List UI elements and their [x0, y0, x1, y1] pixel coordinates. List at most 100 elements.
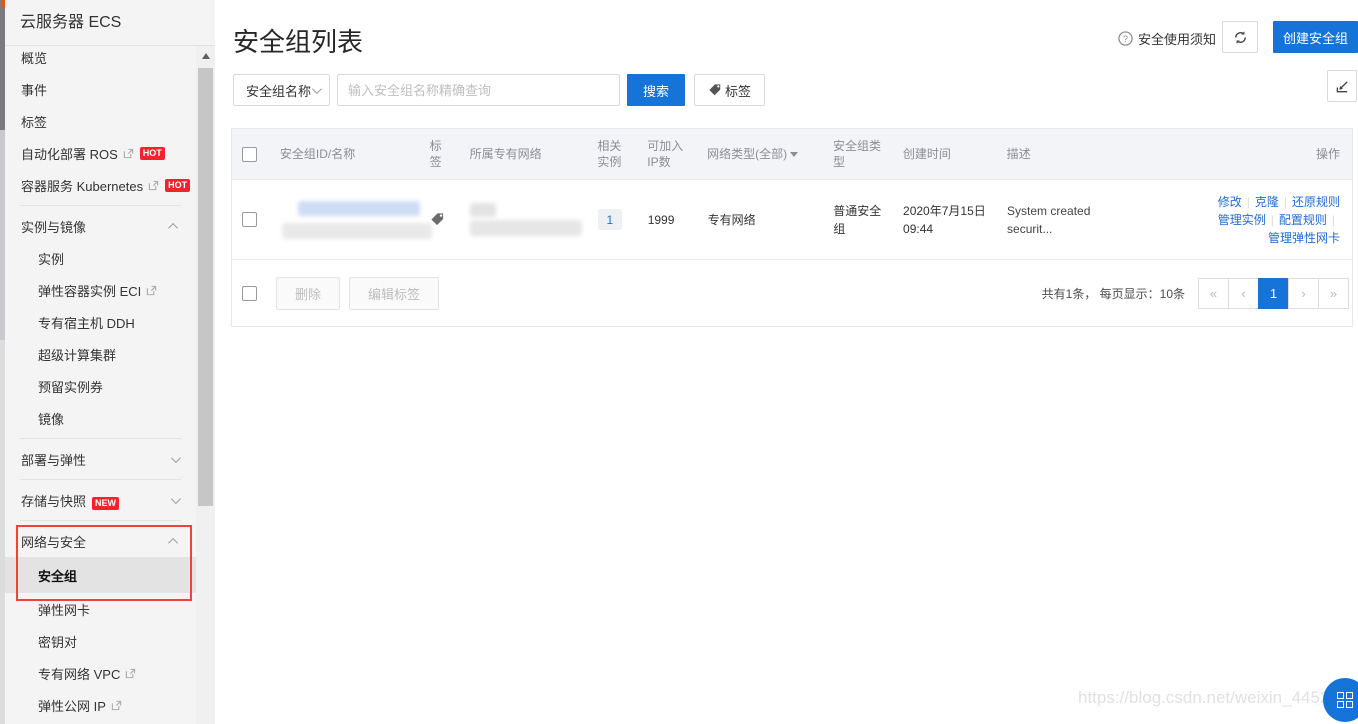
- security-usage-notice-link[interactable]: ? 安全使用须知: [1118, 29, 1216, 48]
- create-security-group-button[interactable]: 创建安全组: [1273, 21, 1358, 53]
- sidebar-item-events[interactable]: 事件: [5, 73, 196, 105]
- row-tag-icon[interactable]: [430, 212, 445, 227]
- action-manage-eni[interactable]: 管理弹性网卡: [1268, 231, 1340, 245]
- select-all-checkbox[interactable]: [242, 147, 257, 162]
- sidebar-item-eip[interactable]: 弹性公网 IP: [5, 689, 196, 721]
- sidebar-item-label: 镜像: [38, 409, 64, 428]
- sidebar-item-ddh[interactable]: 专有宿主机 DDH: [5, 306, 196, 338]
- sidebar-item-label: 网络与安全: [21, 535, 86, 550]
- related-instances-count[interactable]: 1: [598, 209, 622, 230]
- refresh-button[interactable]: [1222, 21, 1258, 53]
- chevron-up-icon: [168, 222, 178, 232]
- col-network-type-filter[interactable]: 网络类型(全部): [695, 129, 821, 179]
- table-footer: 删除 编辑标签 共有1条， 每页显示：10条 « ‹ 1 › »: [232, 259, 1352, 326]
- sidebar-item-vpc[interactable]: 专有网络 VPC: [5, 657, 196, 689]
- sidebar-item-label: 部署与弹性: [21, 453, 86, 468]
- action-configure-rules[interactable]: 配置规则: [1279, 213, 1327, 227]
- action-clone[interactable]: 克隆: [1255, 195, 1279, 209]
- sidebar-item-label: 自动化部署 ROS: [21, 144, 118, 163]
- new-badge: NEW: [92, 497, 119, 510]
- hot-badge: HOT: [140, 147, 165, 160]
- pagination-last[interactable]: »: [1318, 278, 1349, 309]
- search-input[interactable]: [337, 74, 620, 106]
- sidebar-item-label: 密钥对: [38, 632, 77, 651]
- sidebar-scrollbar[interactable]: [196, 46, 215, 724]
- sidebar-item-label: 安全组: [38, 566, 77, 585]
- col-created-at: 创建时间: [891, 129, 995, 179]
- sidebar-item-key-pairs[interactable]: 密钥对: [5, 625, 196, 657]
- row-checkbox[interactable]: [242, 212, 257, 227]
- page-title: 安全组列表: [233, 22, 363, 59]
- chevron-down-icon: [312, 84, 322, 94]
- sidebar-item-instances-images[interactable]: 实例与镜像: [5, 210, 196, 242]
- tag-filter-button[interactable]: 标签: [694, 74, 765, 106]
- sidebar-item-instances[interactable]: 实例: [5, 242, 196, 274]
- tag-icon: [708, 83, 722, 97]
- security-group-name-redacted: [282, 223, 432, 239]
- pagination-summary: 共有1条， 每页显示：10条: [1042, 285, 1185, 302]
- col-id-name: 安全组ID/名称: [268, 129, 426, 179]
- sidebar-item-tags[interactable]: 标签: [5, 105, 196, 137]
- sidebar-item-reserved-instances[interactable]: 预留实例券: [5, 370, 196, 402]
- pagination: « ‹ 1 › »: [1199, 278, 1349, 309]
- sidebar-item-ros-deploy[interactable]: 自动化部署 ROS HOT: [5, 137, 196, 169]
- pagination-prev[interactable]: ‹: [1228, 278, 1259, 309]
- sidebar-item-label: 容器服务 Kubernetes: [21, 176, 143, 195]
- export-icon: [1335, 79, 1350, 94]
- col-sg-type: 安全组类型: [821, 129, 891, 179]
- security-group-table: 安全组ID/名称 标签 所属专有网络 相关实例 可加入IP数 网络类型(全部) …: [231, 128, 1353, 327]
- external-link-icon: [123, 148, 134, 159]
- sidebar-item-scc[interactable]: 超级计算集群: [5, 338, 196, 370]
- grid-icon: [1337, 692, 1353, 708]
- sidebar-item-deploy-elasticity[interactable]: 部署与弹性: [5, 443, 196, 475]
- sidebar-item-storage-snapshots[interactable]: 存储与快照NEW: [5, 484, 196, 516]
- sidebar-item-label: 实例与镜像: [21, 220, 86, 235]
- search-field-select[interactable]: 安全组名称: [233, 74, 330, 106]
- sidebar-product-title: 云服务器 ECS: [5, 0, 215, 46]
- col-related-instances: 相关实例: [585, 129, 635, 179]
- sidebar-item-eni[interactable]: 弹性网卡: [5, 593, 196, 625]
- col-description: 描述: [995, 129, 1183, 179]
- floating-widget-button[interactable]: [1323, 678, 1358, 722]
- vpc-id-redacted: [470, 203, 496, 217]
- pagination-page-1[interactable]: 1: [1258, 278, 1289, 309]
- sidebar-item-eci[interactable]: 弹性容器实例 ECI: [5, 274, 196, 306]
- joinable-ip-count: 1999: [636, 180, 696, 259]
- col-actions: 操作: [1182, 129, 1352, 179]
- delete-button[interactable]: 删除: [276, 277, 340, 310]
- security-group-id-redacted[interactable]: [298, 201, 420, 216]
- created-at-value: 2020年7月15日 09:44: [903, 202, 991, 238]
- pagination-next[interactable]: ›: [1288, 278, 1319, 309]
- export-button[interactable]: [1327, 70, 1357, 102]
- sidebar-item-label: 超级计算集群: [38, 345, 116, 364]
- action-manage-instances[interactable]: 管理实例: [1218, 213, 1266, 227]
- filter-caret-icon: [790, 152, 798, 157]
- sidebar-item-images[interactable]: 镜像: [5, 402, 196, 434]
- search-button[interactable]: 搜索: [627, 74, 685, 106]
- vpc-link-redacted[interactable]: [470, 220, 582, 236]
- help-link-label: 安全使用须知: [1138, 29, 1216, 48]
- action-modify[interactable]: 修改: [1218, 195, 1242, 209]
- sidebar-divider: [20, 479, 181, 480]
- pagination-first[interactable]: «: [1198, 278, 1229, 309]
- scrollbar-up-arrow-icon[interactable]: [196, 48, 215, 64]
- sidebar-item-network-security[interactable]: 网络与安全: [5, 525, 196, 557]
- watermark-text: https://blog.csdn.net/weixin_44529942: [1078, 688, 1358, 708]
- action-restore-rules[interactable]: 还原规则: [1292, 195, 1340, 209]
- sidebar-item-label: 弹性网卡: [38, 600, 90, 619]
- sidebar-nav: 概览事件标签自动化部署 ROS HOT 容器服务 Kubernetes HOT 实例与镜…: [5, 41, 196, 721]
- footer-select-all-checkbox[interactable]: [242, 286, 257, 301]
- sidebar-scrollbar-thumb[interactable]: [198, 68, 213, 506]
- sidebar-item-overview[interactable]: 概览: [5, 41, 196, 73]
- refresh-icon: [1233, 30, 1248, 45]
- sidebar-item-label: 概览: [21, 48, 47, 67]
- svg-text:?: ?: [1123, 34, 1128, 44]
- hot-badge: HOT: [165, 179, 190, 192]
- tag-filter-label: 标签: [725, 81, 751, 100]
- sidebar-item-kubernetes[interactable]: 容器服务 Kubernetes HOT: [5, 169, 196, 201]
- network-type-value: 专有网络: [696, 180, 822, 259]
- external-link-icon: [146, 285, 157, 296]
- edit-tags-button[interactable]: 编辑标签: [349, 277, 439, 310]
- sidebar-item-security-groups[interactable]: 安全组: [5, 557, 196, 593]
- question-circle-icon: ?: [1118, 31, 1133, 46]
